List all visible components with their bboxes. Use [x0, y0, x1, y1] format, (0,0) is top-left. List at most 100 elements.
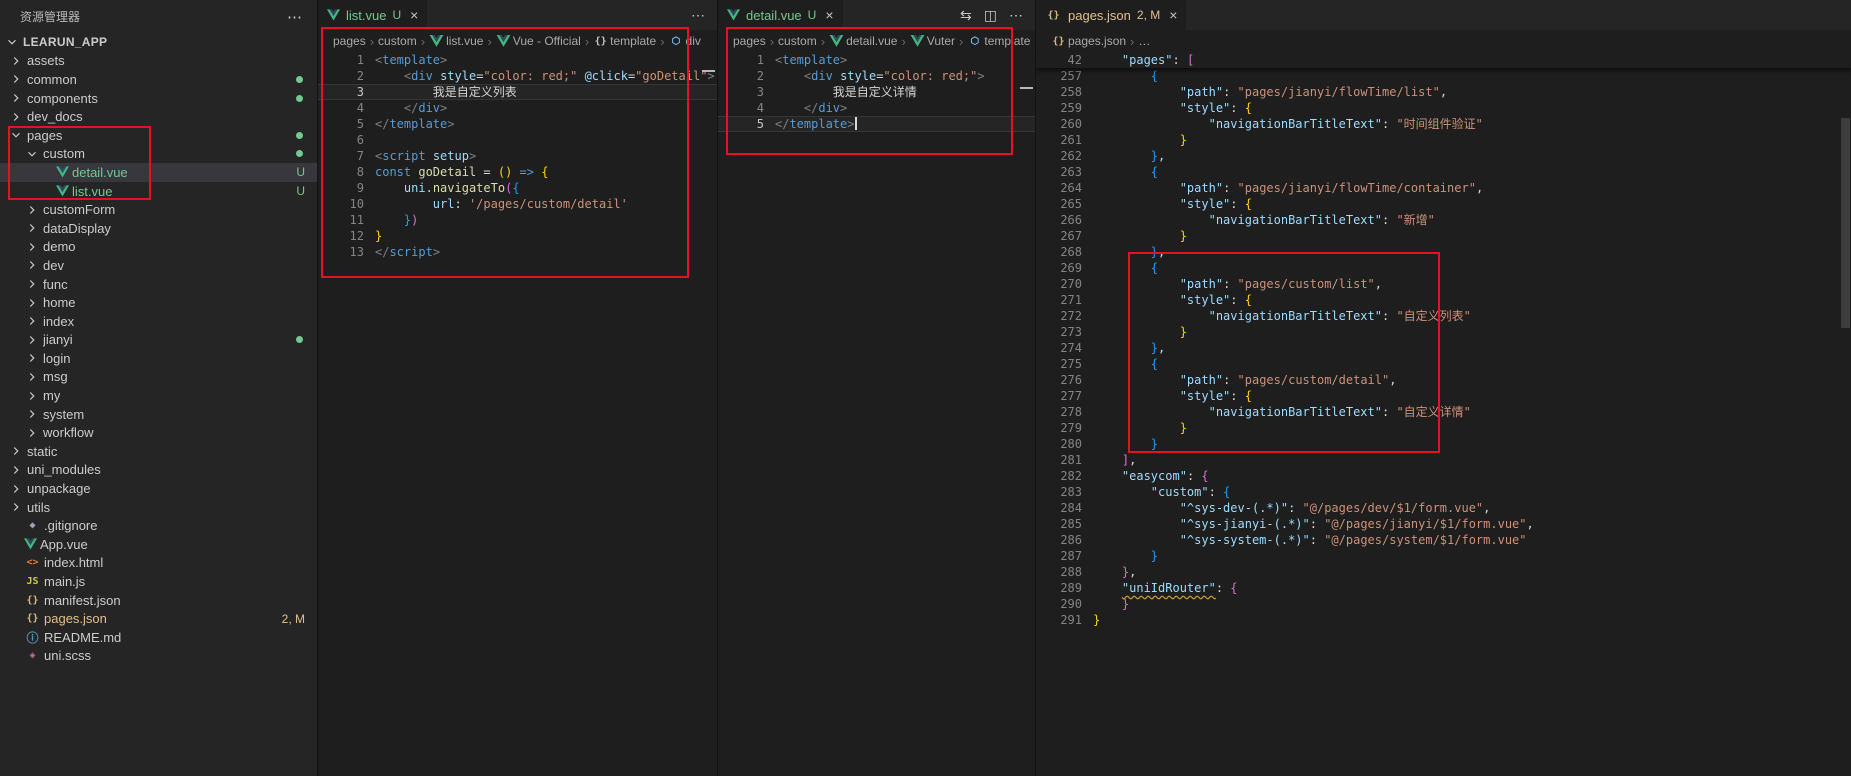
breadcrumb-item-list-vue[interactable]: list.vue — [446, 34, 483, 48]
tree-folder-dev[interactable]: dev — [0, 256, 317, 275]
code-line[interactable]: 265 "style": { — [1036, 196, 1851, 212]
code-line[interactable]: 276 "path": "pages/custom/detail", — [1036, 372, 1851, 388]
code-editor[interactable]: 42 "pages": [257 {258 "path": "pages/jia… — [1036, 52, 1851, 628]
line-number[interactable]: 5 — [318, 116, 364, 132]
tree-folder-workflow[interactable]: workflow — [0, 423, 317, 442]
scrollbar-thumb[interactable] — [1841, 118, 1850, 328]
line-number[interactable]: 3 — [718, 84, 764, 100]
line-number[interactable]: 275 — [1036, 356, 1082, 372]
line-number[interactable]: 282 — [1036, 468, 1082, 484]
code-line[interactable]: 3 我是自定义详情 — [718, 84, 1035, 100]
tree-file-index-html[interactable]: <>index.html — [0, 554, 317, 573]
tree-folder-components[interactable]: components — [0, 89, 317, 108]
breadcrumb-item-[interactable]: … — [1138, 34, 1150, 48]
tab-pages-json[interactable]: {}pages.json2, M× — [1036, 0, 1186, 30]
tree-folder-index[interactable]: index — [0, 312, 317, 331]
tab-list-vue[interactable]: list.vueU× — [318, 0, 427, 30]
code-line[interactable]: 267 } — [1036, 228, 1851, 244]
breadcrumb-item-vue-official[interactable]: Vue - Official — [513, 34, 581, 48]
tree-file-main-js[interactable]: JSmain.js — [0, 572, 317, 591]
breadcrumb-item-detail-vue[interactable]: detail.vue — [846, 34, 897, 48]
code-line[interactable]: 277 "style": { — [1036, 388, 1851, 404]
code-line[interactable]: 266 "navigationBarTitleText": "新增" — [1036, 212, 1851, 228]
line-number[interactable]: 262 — [1036, 148, 1082, 164]
code-editor[interactable]: 1<template>2 <div style="color: red;">3 … — [718, 52, 1035, 132]
tree-folder-system[interactable]: system — [0, 405, 317, 424]
breadcrumb-item-pages[interactable]: pages — [333, 34, 366, 48]
line-number[interactable]: 264 — [1036, 180, 1082, 196]
tree-file-list-vue[interactable]: list.vueU — [0, 182, 317, 201]
code-line[interactable]: 282 "easycom": { — [1036, 468, 1851, 484]
line-number[interactable]: 1 — [718, 52, 764, 68]
line-number[interactable]: 289 — [1036, 580, 1082, 596]
sticky-scroll-line[interactable]: 42 "pages": [ — [1036, 52, 1851, 68]
code-line[interactable]: 11 }) — [318, 212, 717, 228]
line-number[interactable]: 290 — [1036, 596, 1082, 612]
code-line[interactable]: 275 { — [1036, 356, 1851, 372]
line-number[interactable]: 270 — [1036, 276, 1082, 292]
line-number[interactable]: 274 — [1036, 340, 1082, 356]
code-line[interactable]: 283 "custom": { — [1036, 484, 1851, 500]
tree-folder-datadisplay[interactable]: dataDisplay — [0, 219, 317, 238]
close-icon[interactable]: × — [1169, 7, 1177, 23]
tree-file-app-vue[interactable]: App.vue — [0, 535, 317, 554]
line-number[interactable]: 259 — [1036, 100, 1082, 116]
line-number[interactable]: 280 — [1036, 436, 1082, 452]
breadcrumb-item-custom[interactable]: custom — [778, 34, 817, 48]
tree-folder-login[interactable]: login — [0, 349, 317, 368]
code-line[interactable]: 1<template> — [318, 52, 717, 68]
tree-folder-pages[interactable]: pages — [0, 126, 317, 145]
line-number[interactable]: 267 — [1036, 228, 1082, 244]
line-number[interactable]: 288 — [1036, 564, 1082, 580]
code-line[interactable]: 279 } — [1036, 420, 1851, 436]
code-line[interactable]: 273 } — [1036, 324, 1851, 340]
code-line[interactable]: 286 "^sys-system-(.*)": "@/pages/system/… — [1036, 532, 1851, 548]
code-line[interactable]: 261 } — [1036, 132, 1851, 148]
breadcrumb-item-div[interactable]: div — [686, 34, 701, 48]
line-number[interactable]: 284 — [1036, 500, 1082, 516]
close-icon[interactable]: × — [825, 7, 833, 23]
line-number[interactable]: 2 — [718, 68, 764, 84]
line-number[interactable]: 285 — [1036, 516, 1082, 532]
code-line[interactable]: 274 }, — [1036, 340, 1851, 356]
tree-folder-customform[interactable]: customForm — [0, 200, 317, 219]
code-line[interactable]: 271 "style": { — [1036, 292, 1851, 308]
breadcrumb-item-template[interactable]: template — [984, 34, 1030, 48]
line-number[interactable]: 263 — [1036, 164, 1082, 180]
code-line[interactable]: 289 "uniIdRouter": { — [1036, 580, 1851, 596]
code-line[interactable]: 290 } — [1036, 596, 1851, 612]
code-line[interactable]: 280 } — [1036, 436, 1851, 452]
code-line[interactable]: 285 "^sys-jianyi-(.*)": "@/pages/jianyi/… — [1036, 516, 1851, 532]
close-icon[interactable]: × — [410, 7, 418, 23]
code-line[interactable]: 8const goDetail = () => { — [318, 164, 717, 180]
code-line[interactable]: 1<template> — [718, 52, 1035, 68]
more-actions-icon[interactable]: ⋯ — [691, 7, 705, 24]
line-number[interactable]: 269 — [1036, 260, 1082, 276]
code-line[interactable]: 268 }, — [1036, 244, 1851, 260]
line-number[interactable]: 11 — [318, 212, 364, 228]
code-line[interactable]: 258 "path": "pages/jianyi/flowTime/list"… — [1036, 84, 1851, 100]
tree-file-gitignore[interactable]: ◆.gitignore — [0, 516, 317, 535]
line-number[interactable]: 277 — [1036, 388, 1082, 404]
line-number[interactable]: 10 — [318, 196, 364, 212]
code-line[interactable]: 278 "navigationBarTitleText": "自定义详情" — [1036, 404, 1851, 420]
code-line[interactable]: 270 "path": "pages/custom/list", — [1036, 276, 1851, 292]
tree-folder-utils[interactable]: utils — [0, 498, 317, 517]
line-number[interactable]: 273 — [1036, 324, 1082, 340]
code-line[interactable]: 13</script> — [318, 244, 717, 260]
code-line[interactable]: 287 } — [1036, 548, 1851, 564]
line-number[interactable]: 291 — [1036, 612, 1082, 628]
tree-folder-static[interactable]: static — [0, 442, 317, 461]
code-line[interactable]: 291} — [1036, 612, 1851, 628]
tree-folder-unpackage[interactable]: unpackage — [0, 479, 317, 498]
code-line[interactable]: 260 "navigationBarTitleText": "时间组件验证" — [1036, 116, 1851, 132]
code-line[interactable]: 288 }, — [1036, 564, 1851, 580]
line-number[interactable]: 271 — [1036, 292, 1082, 308]
line-number[interactable]: 281 — [1036, 452, 1082, 468]
line-number[interactable]: 8 — [318, 164, 364, 180]
tree-file-manifest-json[interactable]: {}manifest.json — [0, 591, 317, 610]
line-number[interactable]: 13 — [318, 244, 364, 260]
line-number[interactable]: 7 — [318, 148, 364, 164]
line-number[interactable]: 3 — [318, 84, 364, 100]
code-line[interactable]: 272 "navigationBarTitleText": "自定义列表" — [1036, 308, 1851, 324]
